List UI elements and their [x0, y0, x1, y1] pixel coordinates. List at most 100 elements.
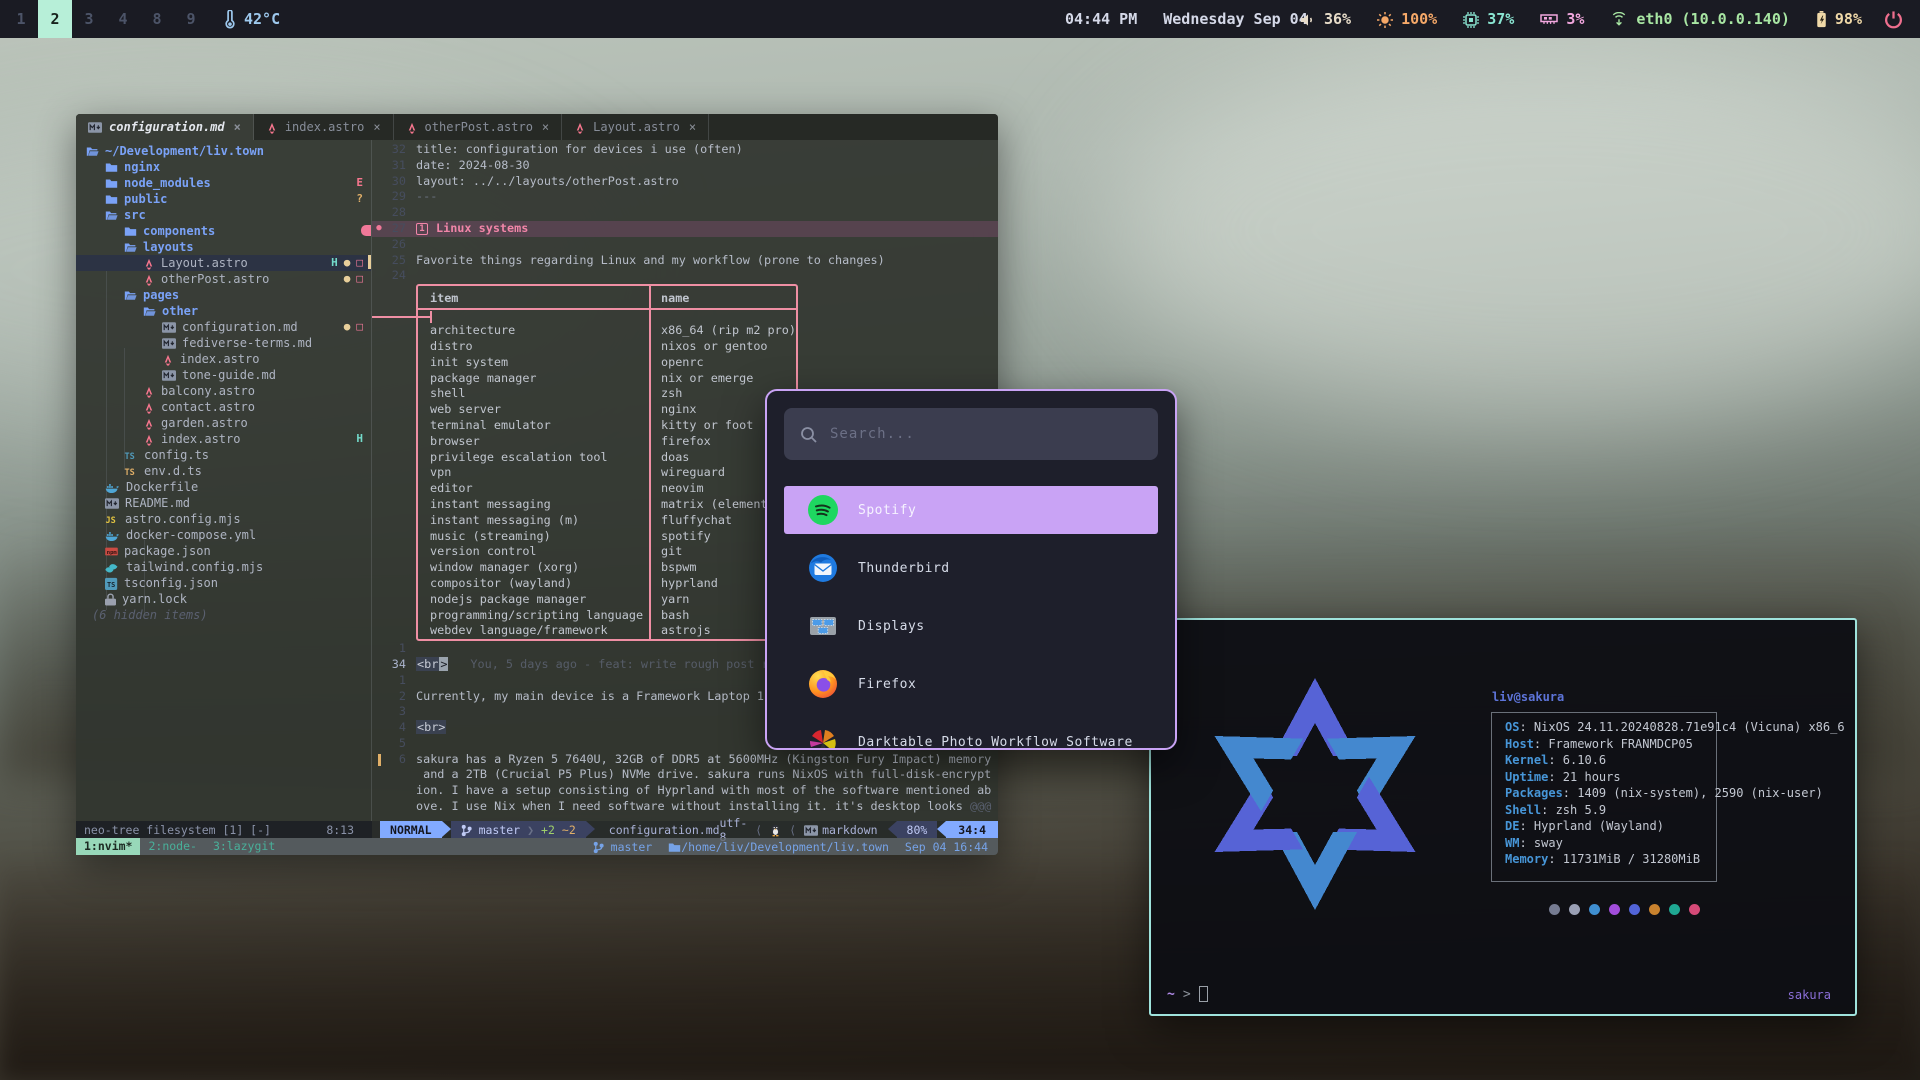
astro-icon: [266, 120, 278, 134]
tmux-window-2node[interactable]: 2:node-: [140, 838, 204, 855]
tab-close-icon[interactable]: ×: [373, 120, 380, 134]
tree-item-configuration.md[interactable]: configuration.md●□: [76, 319, 371, 335]
tree-item-astro.config.mjs[interactable]: JSastro.config.mjs: [76, 511, 371, 527]
tree-item-label: README.md: [125, 495, 190, 511]
tab-configuration.md[interactable]: configuration.md×: [76, 114, 254, 140]
power-button[interactable]: [1884, 8, 1906, 30]
workspace-button-2[interactable]: 2: [38, 0, 72, 38]
line-number: [386, 767, 416, 783]
fetch-info-value: : sway: [1519, 836, 1562, 850]
tree-item-components[interactable]: components: [76, 223, 371, 239]
launcher-search[interactable]: [784, 408, 1158, 460]
tree-item-nodemodules[interactable]: node_modulesE: [76, 175, 371, 191]
tree-item-balcony.astro[interactable]: balcony.astro: [76, 383, 371, 399]
sign-column: [372, 704, 386, 720]
tree-item-public[interactable]: public?: [76, 191, 371, 207]
tree-item-tone-guide.md[interactable]: tone-guide.md: [76, 367, 371, 383]
tree-item-contact.astro[interactable]: contact.astro: [76, 399, 371, 415]
table-row: compositor (wayland)hyprland: [418, 576, 796, 592]
tree-item-6hiddenitems[interactable]: (6 hidden items): [76, 607, 371, 623]
tmux-windows: 1:nvim*2:node-3:lazygit: [76, 838, 283, 855]
line-text: ---: [416, 189, 437, 205]
launcher-item-displays[interactable]: Displays: [784, 602, 1158, 650]
tree-item-fediverse-terms.md[interactable]: fediverse-terms.md: [76, 335, 371, 351]
tree-item-index.astro[interactable]: index.astroH: [76, 431, 371, 447]
launcher-item-spotify[interactable]: Spotify: [784, 486, 1158, 534]
fetch-info-label: DE: [1505, 819, 1519, 833]
tree-item-pages[interactable]: pages: [76, 287, 371, 303]
battery-widget: 98%: [1816, 10, 1862, 28]
line-number: 1: [386, 641, 416, 657]
tree-item-tailwind.config.mjs[interactable]: tailwind.config.mjs: [76, 559, 371, 575]
tree-item-index.astro[interactable]: index.astro: [76, 351, 371, 367]
fetch-info-label: Memory: [1505, 852, 1548, 866]
tree-item-yarn.lock[interactable]: yarn.lock: [76, 591, 371, 607]
tmux-branch: master: [611, 840, 653, 854]
tree-item-other[interactable]: other: [76, 303, 371, 319]
tmux-window-1nvim[interactable]: 1:nvim*: [76, 838, 140, 855]
workspace-button-4[interactable]: 4: [106, 0, 140, 38]
powerline-separator: [586, 821, 595, 837]
memory-value: 3%: [1566, 10, 1584, 28]
tree-item-package.json[interactable]: npmpackage.json: [76, 543, 371, 559]
table-row: shellzsh: [418, 386, 796, 402]
search-input[interactable]: [830, 426, 1142, 442]
tree-item-config.ts[interactable]: TSconfig.ts: [76, 447, 371, 463]
tree-item-src[interactable]: src: [76, 207, 371, 223]
tree-item-layouts[interactable]: layouts: [76, 239, 371, 255]
tree-item-Layout.astro[interactable]: Layout.astroH●□: [76, 255, 371, 271]
tree-item-label: otherPost.astro: [161, 271, 269, 287]
launcher-item-darktable[interactable]: Darktable Photo Workflow Software: [784, 718, 1158, 750]
statusline-neotree-position: 8:13: [326, 823, 354, 837]
powerline-separator: [888, 821, 897, 837]
tree-item-Dockerfile[interactable]: Dockerfile: [76, 479, 371, 495]
workspace-button-9[interactable]: 9: [174, 0, 208, 38]
tab-close-icon[interactable]: ×: [542, 120, 549, 134]
palette-dot: [1549, 904, 1560, 915]
tree-badge: H: [356, 431, 363, 447]
tree-item-otherPost.astro[interactable]: otherPost.astro ●□: [76, 271, 371, 287]
svg-text:JS: JS: [106, 516, 116, 526]
launcher-item-firefox[interactable]: Firefox: [784, 660, 1158, 708]
tree-item-garden.astro[interactable]: garden.astro: [76, 415, 371, 431]
gutter: 6: [372, 752, 416, 768]
workspace-button-8[interactable]: 8: [140, 0, 174, 38]
tree-badge: H: [331, 255, 338, 271]
workspace-button-3[interactable]: 3: [72, 0, 106, 38]
tree-item-badges: ●□: [344, 271, 363, 287]
folder-icon: [124, 239, 137, 255]
tab-index.astro[interactable]: index.astro×: [254, 114, 394, 140]
thunderbird-icon: [808, 553, 838, 583]
tab-close-icon[interactable]: ×: [689, 120, 696, 134]
tab-otherPost.astro[interactable]: otherPost.astro×: [394, 114, 563, 140]
fetch-info-line: Packages: 1409 (nix-system), 2590 (nix-u…: [1505, 785, 1845, 802]
tree-item-tsconfig.json[interactable]: TStsconfig.json: [76, 575, 371, 591]
tree-item-nginx[interactable]: nginx: [76, 159, 371, 175]
palette-dot: [1649, 904, 1660, 915]
sign-column: [372, 189, 386, 205]
table-header-row: itemname: [418, 286, 796, 310]
tree-item-docker-compose.yml[interactable]: docker-compose.yml: [76, 527, 371, 543]
tree-item-env.d.ts[interactable]: TSenv.d.ts: [76, 463, 371, 479]
ram-icon: [1540, 10, 1558, 28]
gutter: 28: [372, 205, 416, 221]
tree-badge: □: [356, 271, 363, 287]
buffer-line: 24: [372, 268, 998, 284]
folder-icon: [105, 207, 118, 223]
gutter: [372, 767, 416, 783]
tree-item-README.md[interactable]: README.md: [76, 495, 371, 511]
shell-prompt[interactable]: ~ >: [1167, 986, 1208, 1002]
tree-item-~Developmentliv.town[interactable]: ~/Development/liv.town: [76, 143, 371, 159]
buffer-tabline: configuration.md×index.astro×otherPost.a…: [76, 114, 998, 140]
launcher-item-thunderbird[interactable]: Thunderbird: [784, 544, 1158, 592]
launcher-item-label: Darktable Photo Workflow Software: [858, 735, 1133, 750]
terminal-color-palette: [1549, 904, 1700, 915]
astro-icon: [143, 255, 155, 271]
tab-close-icon[interactable]: ×: [234, 120, 241, 134]
table-column-divider: [649, 286, 651, 639]
folder-icon: [105, 191, 118, 207]
tab-Layout.astro[interactable]: Layout.astro×: [562, 114, 709, 140]
line-number: 31: [386, 158, 416, 174]
workspace-button-1[interactable]: 1: [4, 0, 38, 38]
tmux-window-3lazygit[interactable]: 3:lazygit: [205, 838, 283, 855]
